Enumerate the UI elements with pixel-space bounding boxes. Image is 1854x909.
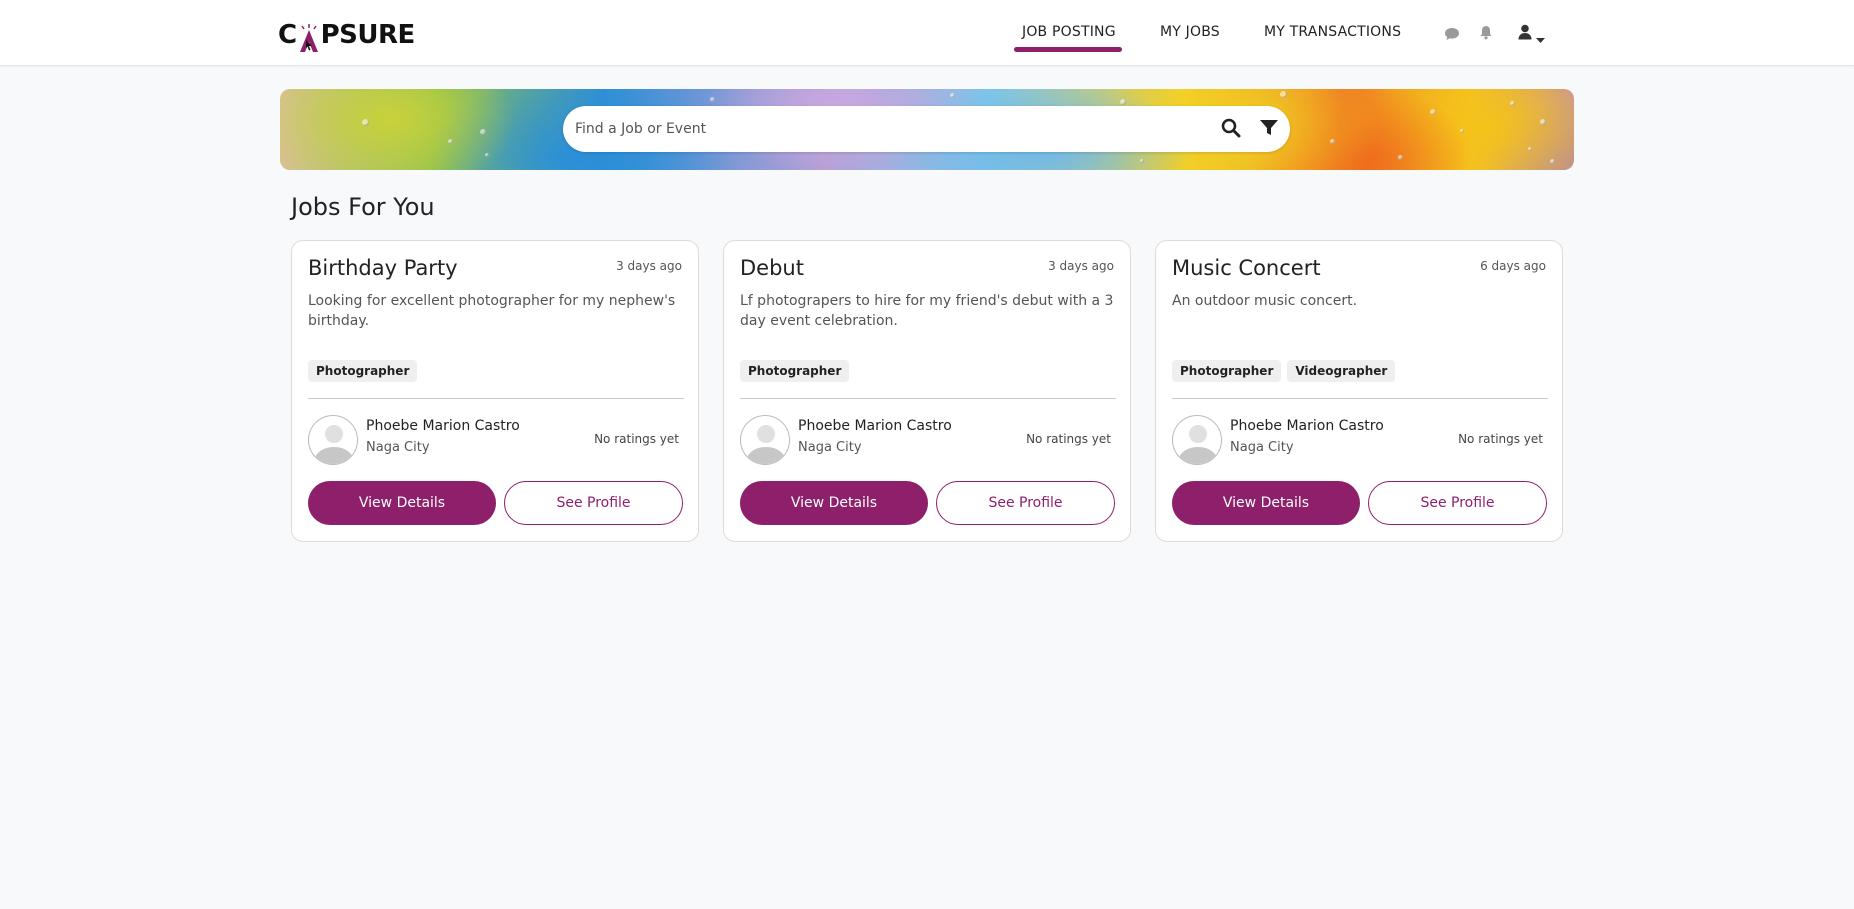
- search-input[interactable]: [575, 114, 1175, 144]
- active-nav-indicator: [1014, 47, 1122, 52]
- job-title: Debut: [740, 256, 804, 280]
- posted-time: 3 days ago: [1048, 259, 1114, 273]
- poster-city: Naga City: [1230, 440, 1294, 455]
- card-divider: [740, 398, 1116, 399]
- card-divider: [308, 398, 684, 399]
- logo-cursor-icon: [298, 24, 320, 52]
- job-description: Lf photograpers to hire for my friend's …: [740, 293, 1114, 329]
- see-profile-button[interactable]: See Profile: [1368, 481, 1547, 525]
- poster-name: Phoebe Marion Castro: [798, 418, 952, 434]
- role-tag: Photographer: [740, 360, 850, 382]
- see-profile-button[interactable]: See Profile: [936, 481, 1115, 525]
- job-description: Looking for excellent photographer for m…: [308, 293, 676, 329]
- role-tag: Videographer: [1287, 360, 1396, 382]
- poster-city: Naga City: [366, 440, 430, 455]
- poster-name: Phoebe Marion Castro: [1230, 418, 1384, 434]
- rating-status: No ratings yet: [1026, 432, 1111, 446]
- nav-job-posting[interactable]: JOB POSTING: [1022, 24, 1116, 40]
- job-card: Debut 3 days ago Lf photograpers to hire…: [723, 240, 1131, 542]
- avatar[interactable]: [740, 415, 790, 465]
- search-icon[interactable]: [1221, 118, 1241, 142]
- tag-list: Photographer: [740, 360, 850, 382]
- filter-icon[interactable]: [1259, 119, 1279, 141]
- view-details-button[interactable]: View Details: [1172, 481, 1360, 525]
- caret-down-icon[interactable]: [1536, 29, 1545, 48]
- bell-icon[interactable]: [1479, 25, 1493, 44]
- role-tag: Photographer: [1172, 360, 1282, 382]
- posted-time: 6 days ago: [1480, 259, 1546, 273]
- job-card: Birthday Party 3 days ago Looking for ex…: [291, 240, 699, 542]
- avatar[interactable]: [1172, 415, 1222, 465]
- tag-list: Photographer: [308, 360, 418, 382]
- see-profile-button[interactable]: See Profile: [504, 481, 683, 525]
- rating-status: No ratings yet: [594, 432, 679, 446]
- job-description: An outdoor music concert.: [1172, 293, 1358, 309]
- nav-my-transactions[interactable]: MY TRANSACTIONS: [1264, 24, 1401, 40]
- role-tag: Photographer: [308, 360, 418, 382]
- view-details-button[interactable]: View Details: [740, 481, 928, 525]
- tag-list: Photographer Videographer: [1172, 360, 1396, 382]
- job-title: Music Concert: [1172, 256, 1321, 280]
- job-card: Music Concert 6 days ago An outdoor musi…: [1155, 240, 1563, 542]
- poster-name: Phoebe Marion Castro: [366, 418, 520, 434]
- posted-time: 3 days ago: [616, 259, 682, 273]
- search-bar: [563, 106, 1290, 152]
- user-icon[interactable]: [1518, 24, 1532, 44]
- rating-status: No ratings yet: [1458, 432, 1543, 446]
- view-details-button[interactable]: View Details: [308, 481, 496, 525]
- avatar[interactable]: [308, 415, 358, 465]
- chat-icon[interactable]: [1444, 26, 1460, 45]
- section-title: Jobs For You: [291, 193, 435, 221]
- job-title: Birthday Party: [308, 256, 458, 280]
- card-divider: [1172, 398, 1548, 399]
- capsure-logo[interactable]: C PSURE: [278, 14, 416, 52]
- top-navbar: C PSURE JOB POSTING MY JOBS MY TRANSACTI…: [0, 0, 1854, 66]
- logo-text-prefix: C: [278, 20, 297, 50]
- poster-city: Naga City: [798, 440, 862, 455]
- logo-text-suffix: PSURE: [320, 20, 416, 50]
- nav-my-jobs[interactable]: MY JOBS: [1160, 24, 1220, 40]
